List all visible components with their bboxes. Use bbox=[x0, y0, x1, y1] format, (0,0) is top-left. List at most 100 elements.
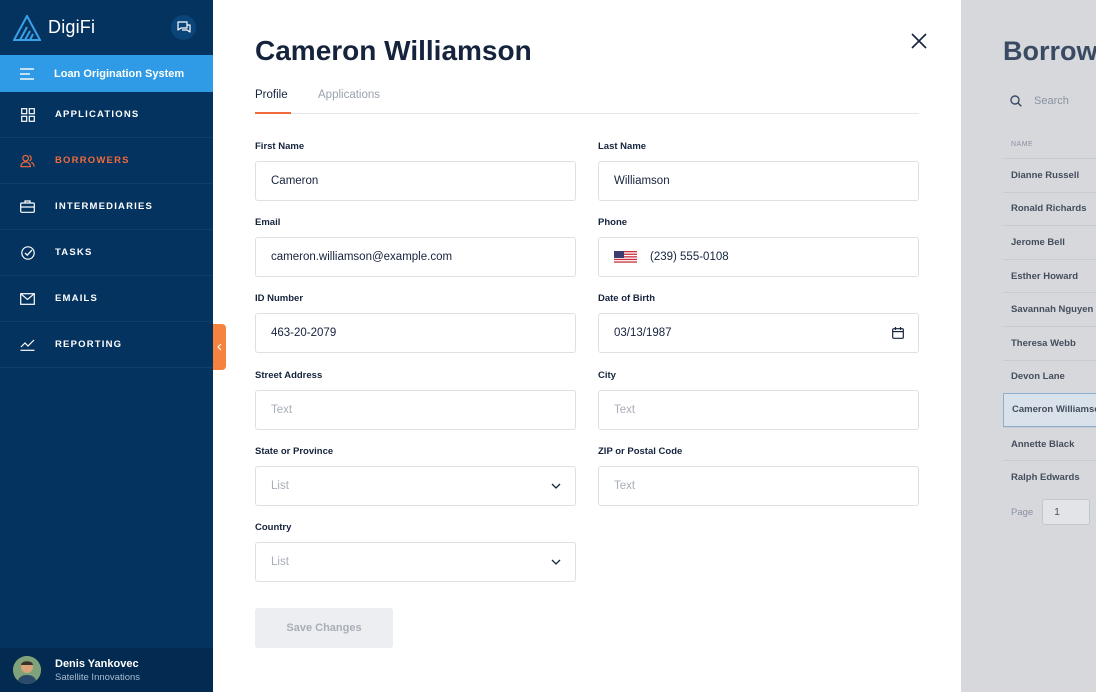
state-label: State or Province bbox=[255, 446, 334, 457]
tab-applications[interactable]: Applications bbox=[318, 89, 380, 114]
brand-header: DigiFi bbox=[0, 0, 213, 55]
city-label: City bbox=[598, 370, 616, 381]
sidebar-item-tasks[interactable]: TASKS bbox=[0, 230, 213, 276]
email-input[interactable]: cameron.williamson@example.com bbox=[255, 237, 576, 277]
borrowers-search[interactable]: Search bbox=[1010, 95, 1069, 107]
email-label: Email bbox=[255, 217, 281, 228]
chevron-left-icon bbox=[217, 343, 222, 351]
sidebar-item-label: INTERMEDIARIES bbox=[55, 201, 154, 212]
sidebar-item-reporting[interactable]: REPORTING bbox=[0, 322, 213, 368]
id-number-label: ID Number bbox=[255, 293, 304, 304]
date-of-birth-label: Date of Birth bbox=[598, 293, 655, 304]
table-row[interactable]: Esther Howard bbox=[1003, 258, 1096, 293]
chat-button[interactable] bbox=[171, 15, 196, 40]
name-column-header: NAME bbox=[1011, 141, 1034, 148]
check-circle-icon bbox=[20, 245, 35, 260]
calendar-icon[interactable] bbox=[892, 327, 904, 339]
phone-field: Phone (239) 555-0108 bbox=[598, 217, 919, 277]
save-changes-button[interactable]: Save Changes bbox=[255, 608, 393, 648]
street-address-field: Street Address Text bbox=[255, 370, 576, 430]
email-field: Email cameron.williamson@example.com bbox=[255, 217, 576, 277]
table-row[interactable]: Theresa Webb bbox=[1003, 325, 1096, 360]
sidebar-item-borrowers[interactable]: BORROWERS bbox=[0, 138, 213, 184]
profile-tabs: Profile Applications bbox=[255, 89, 919, 114]
sidebar: DigiFi Loan Origination System APPLICATI… bbox=[0, 0, 213, 692]
pagination: Page 1 bbox=[1011, 499, 1091, 525]
table-row[interactable]: Ralph Edwards bbox=[1003, 460, 1096, 494]
borrowers-list-background: Borrowers Search NAME Dianne Russell Ron… bbox=[961, 0, 1096, 692]
first-name-field: First Name Cameron bbox=[255, 141, 576, 201]
borrower-profile-panel: Cameron Williamson Profile Applications … bbox=[213, 0, 961, 692]
id-number-input[interactable]: 463-20-2079 bbox=[255, 313, 576, 353]
collapse-sidebar-button[interactable] bbox=[213, 324, 226, 370]
state-field: State or Province List bbox=[255, 446, 576, 506]
chat-icon bbox=[176, 21, 191, 33]
street-address-label: Street Address bbox=[255, 370, 323, 381]
phone-input[interactable]: (239) 555-0108 bbox=[598, 237, 919, 277]
sidebar-item-intermediaries[interactable]: INTERMEDIARIES bbox=[0, 184, 213, 230]
table-row[interactable]: Jerome Bell bbox=[1003, 225, 1096, 259]
page-label: Page bbox=[1011, 506, 1034, 518]
avatar bbox=[13, 656, 41, 684]
loan-origination-system-item[interactable]: Loan Origination System bbox=[0, 55, 213, 92]
zip-label: ZIP or Postal Code bbox=[598, 446, 683, 457]
search-placeholder: Search bbox=[1034, 95, 1069, 107]
date-of-birth-value: 03/13/1987 bbox=[614, 327, 672, 339]
phone-label: Phone bbox=[598, 217, 628, 228]
table-row[interactable]: Savannah Nguyen bbox=[1003, 292, 1096, 326]
first-name-label: First Name bbox=[255, 141, 305, 152]
users-icon bbox=[20, 153, 35, 168]
state-select[interactable]: List bbox=[255, 466, 576, 506]
sidebar-item-label: BORROWERS bbox=[55, 155, 130, 166]
briefcase-icon bbox=[20, 199, 35, 214]
street-address-input[interactable]: Text bbox=[255, 390, 576, 430]
user-name: Denis Yankovec bbox=[55, 657, 139, 670]
sidebar-item-label: EMAILS bbox=[55, 293, 99, 304]
chevron-down-icon bbox=[551, 559, 561, 565]
sidebar-item-label: TASKS bbox=[55, 247, 93, 258]
phone-value: (239) 555-0108 bbox=[650, 251, 729, 263]
search-icon bbox=[1010, 95, 1022, 107]
borrowers-table: Dianne Russell Ronald Richards Jerome Be… bbox=[1003, 158, 1096, 494]
last-name-input[interactable]: Williamson bbox=[598, 161, 919, 201]
zip-field: ZIP or Postal Code Text bbox=[598, 446, 919, 506]
last-name-field: Last Name Williamson bbox=[598, 141, 919, 201]
grid-icon bbox=[20, 107, 35, 122]
table-row[interactable]: Ronald Richards bbox=[1003, 191, 1096, 226]
date-of-birth-input[interactable]: 03/13/1987 bbox=[598, 313, 919, 353]
date-of-birth-field: Date of Birth 03/13/1987 bbox=[598, 293, 919, 353]
user-profile[interactable]: Denis Yankovec Satellite Innovations bbox=[0, 648, 213, 692]
menu-icon bbox=[20, 67, 34, 80]
brand-name: DigiFi bbox=[48, 17, 96, 37]
table-row[interactable]: Devon Lane bbox=[1003, 359, 1096, 394]
us-flag-icon[interactable] bbox=[614, 250, 637, 264]
state-placeholder: List bbox=[271, 480, 289, 492]
sidebar-item-applications[interactable]: APPLICATIONS bbox=[0, 92, 213, 138]
los-label: Loan Origination System bbox=[54, 67, 185, 80]
page-title: Cameron Williamson bbox=[255, 35, 532, 66]
zip-input[interactable]: Text bbox=[598, 466, 919, 506]
city-input[interactable]: Text bbox=[598, 390, 919, 430]
digifi-logo-icon bbox=[13, 14, 41, 41]
last-name-label: Last Name bbox=[598, 141, 647, 152]
country-placeholder: List bbox=[271, 556, 289, 568]
table-row-selected[interactable]: Cameron Williamson bbox=[1003, 393, 1096, 427]
borrowers-page-title: Borrowers bbox=[1003, 36, 1096, 66]
chart-line-icon bbox=[20, 337, 35, 352]
first-name-input[interactable]: Cameron bbox=[255, 161, 576, 201]
chevron-down-icon bbox=[551, 483, 561, 489]
id-number-field: ID Number 463-20-2079 bbox=[255, 293, 576, 353]
city-field: City Text bbox=[598, 370, 919, 430]
page-input[interactable]: 1 bbox=[1042, 499, 1091, 525]
table-row[interactable]: Annette Black bbox=[1003, 426, 1096, 461]
sidebar-item-label: APPLICATIONS bbox=[55, 109, 140, 120]
close-icon[interactable] bbox=[909, 31, 929, 51]
country-label: Country bbox=[255, 522, 292, 533]
country-select[interactable]: List bbox=[255, 542, 576, 582]
tab-profile[interactable]: Profile bbox=[255, 89, 291, 114]
mail-icon bbox=[20, 291, 35, 306]
country-field: Country List bbox=[255, 522, 576, 582]
sidebar-item-emails[interactable]: EMAILS bbox=[0, 276, 213, 322]
sidebar-item-label: REPORTING bbox=[55, 339, 123, 350]
table-row[interactable]: Dianne Russell bbox=[1003, 158, 1096, 192]
